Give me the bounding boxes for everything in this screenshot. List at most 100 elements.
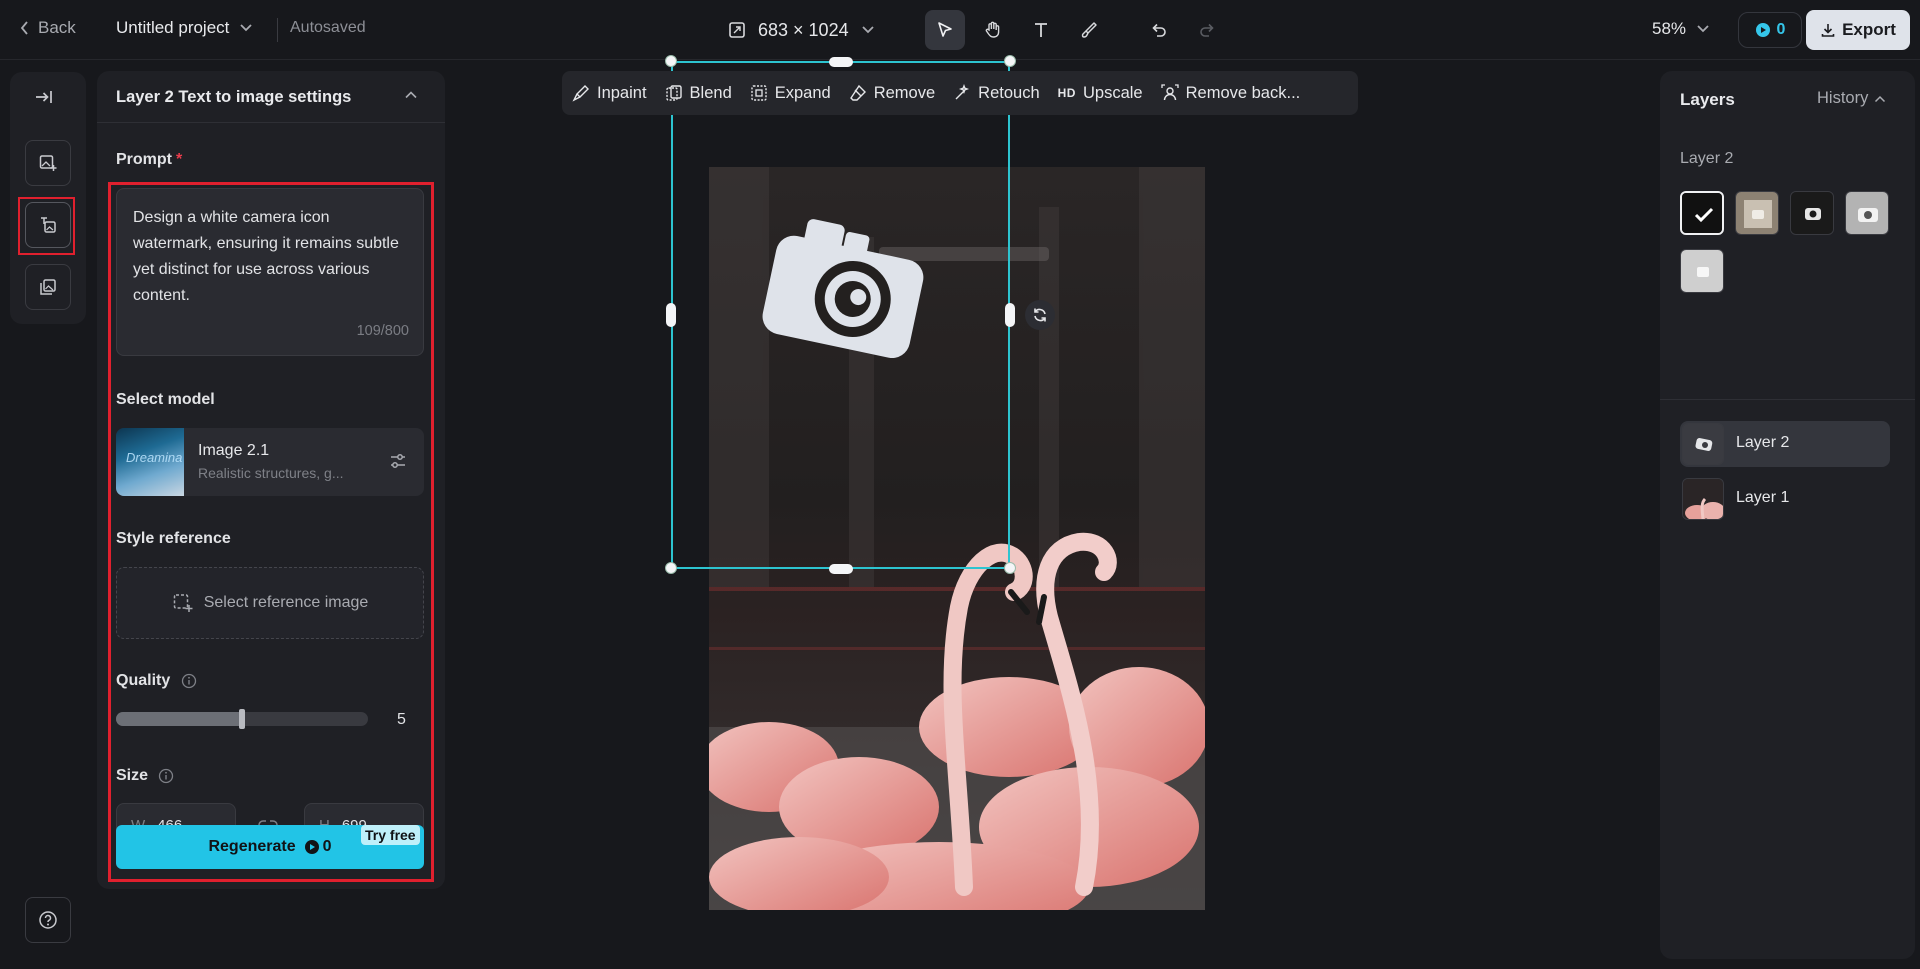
layer-name: Layer 2 xyxy=(1736,434,1790,451)
resize-handle-bottom[interactable] xyxy=(829,564,853,574)
help-icon xyxy=(39,911,57,929)
eraser-icon xyxy=(849,84,866,101)
tab-layers[interactable]: Layers xyxy=(1680,90,1735,110)
upscale-button[interactable]: HD Upscale xyxy=(1058,84,1143,103)
brush-icon xyxy=(1081,22,1097,38)
top-bar: Back Untitled project Autosaved 683 × 10… xyxy=(0,0,1920,60)
zoom-value: 58% xyxy=(1652,19,1687,38)
layer-row-layer-2[interactable]: Layer 2 xyxy=(1680,421,1890,467)
chevron-up-icon xyxy=(1875,95,1886,102)
rotate-handle[interactable] xyxy=(1025,300,1055,330)
expand-label: Expand xyxy=(774,83,831,102)
resize-handle-left[interactable] xyxy=(666,303,676,327)
canvas-size-value: 683 × 1024 xyxy=(758,19,849,40)
credits-count: 0 xyxy=(1776,21,1786,38)
project-title: Untitled project xyxy=(116,18,230,37)
chevron-down-icon xyxy=(861,26,874,34)
variation-thumbnail-4[interactable] xyxy=(1845,191,1889,235)
layers-tool-button[interactable] xyxy=(25,264,71,310)
layer-row-layer-1[interactable]: Layer 1 xyxy=(1680,476,1890,522)
variations-label: Layer 2 xyxy=(1680,150,1734,167)
chevron-left-icon xyxy=(20,21,28,35)
remove-button[interactable]: Remove xyxy=(849,84,935,103)
undo-icon xyxy=(1152,23,1166,37)
tool-group xyxy=(925,10,1227,50)
autosave-status: Autosaved xyxy=(290,19,366,36)
export-button[interactable]: Export xyxy=(1806,10,1910,50)
resize-handle-top[interactable] xyxy=(829,57,853,67)
collapse-panel-button[interactable] xyxy=(403,87,419,103)
remove-background-icon xyxy=(1160,84,1179,101)
selection-box[interactable] xyxy=(671,61,1010,569)
highlight-box-panel xyxy=(108,182,434,882)
expand-button[interactable]: Expand xyxy=(750,84,831,103)
brush-tool[interactable] xyxy=(1069,10,1109,50)
inpaint-icon xyxy=(572,85,589,102)
chevron-down-icon xyxy=(240,24,253,32)
remove-background-label: Remove back... xyxy=(1185,83,1301,102)
expand-sidebar-icon xyxy=(36,91,52,103)
variation-thumbnail-2[interactable] xyxy=(1735,191,1779,235)
rotate-icon xyxy=(1034,308,1046,322)
layer-thumbnail xyxy=(1682,478,1724,520)
chevron-down-icon xyxy=(1697,25,1709,33)
variation-thumbnail-1[interactable] xyxy=(1680,191,1724,235)
zoom-dropdown[interactable]: 58% xyxy=(1652,19,1710,39)
resize-handle-top-left[interactable] xyxy=(665,55,677,67)
credits-button[interactable]: 0 xyxy=(1738,12,1802,48)
project-title-dropdown[interactable]: Untitled project xyxy=(116,18,253,38)
divider xyxy=(1660,399,1915,400)
select-tool[interactable] xyxy=(925,10,965,50)
divider xyxy=(277,18,278,42)
panel-header: Layer 2 Text to image settings xyxy=(97,71,445,123)
retouch-label: Retouch xyxy=(978,83,1040,102)
add-image-icon xyxy=(39,155,57,171)
back-button[interactable]: Back xyxy=(20,18,76,38)
credit-coin-icon xyxy=(1755,23,1770,37)
back-label: Back xyxy=(38,18,76,37)
add-image-button[interactable] xyxy=(25,140,71,186)
prompt-label: Prompt * xyxy=(116,151,182,169)
resize-icon[interactable] xyxy=(728,21,746,39)
required-marker: * xyxy=(176,151,183,168)
redo-button[interactable] xyxy=(1187,10,1227,50)
text-icon xyxy=(1035,23,1047,37)
blend-label: Blend xyxy=(689,83,732,102)
expand-sidebar-button[interactable] xyxy=(34,88,54,106)
blend-button[interactable]: Blend xyxy=(665,84,732,103)
expand-icon xyxy=(751,85,767,101)
variation-thumbnail-5[interactable] xyxy=(1680,249,1724,293)
blend-icon xyxy=(665,85,682,101)
hand-tool[interactable] xyxy=(973,10,1013,50)
layer-thumbnail xyxy=(1682,423,1724,465)
resize-handle-right[interactable] xyxy=(1005,303,1015,327)
variation-thumbnail-3[interactable] xyxy=(1790,191,1834,235)
undo-button[interactable] xyxy=(1139,10,1179,50)
remove-label: Remove xyxy=(873,83,936,102)
resize-handle-bottom-left[interactable] xyxy=(665,562,677,574)
retouch-icon xyxy=(955,84,970,100)
panel-title: Layer 2 Text to image settings xyxy=(116,88,352,106)
layers-panel: Layers History Layer 2 Layer 2 Layer 1 xyxy=(1660,71,1915,959)
highlight-box-rail xyxy=(18,197,75,255)
canvas-size-control[interactable]: 683 × 1024 xyxy=(728,14,875,46)
tab-history[interactable]: History xyxy=(1817,89,1886,108)
retouch-button[interactable]: Retouch xyxy=(953,83,1040,103)
prompt-label-text: Prompt xyxy=(116,151,172,168)
remove-background-button[interactable]: Remove back... xyxy=(1160,83,1301,103)
hd-icon: HD xyxy=(1057,86,1076,100)
download-icon xyxy=(1821,24,1835,37)
resize-handle-bottom-right[interactable] xyxy=(1004,562,1016,574)
resize-handle-top-right[interactable] xyxy=(1004,55,1016,67)
tab-history-label: History xyxy=(1817,89,1869,107)
export-label: Export xyxy=(1842,20,1896,39)
hand-icon xyxy=(985,21,1000,38)
image-edit-toolbar: Inpaint Blend Expand Remove Retouch HD U… xyxy=(562,71,1358,115)
inpaint-label: Inpaint xyxy=(597,83,647,102)
upscale-label: Upscale xyxy=(1082,83,1143,102)
help-button[interactable] xyxy=(25,897,71,943)
redo-icon xyxy=(1200,23,1214,37)
inpaint-button[interactable]: Inpaint xyxy=(572,84,647,103)
layer-name: Layer 1 xyxy=(1736,489,1790,506)
text-tool[interactable] xyxy=(1021,10,1061,50)
